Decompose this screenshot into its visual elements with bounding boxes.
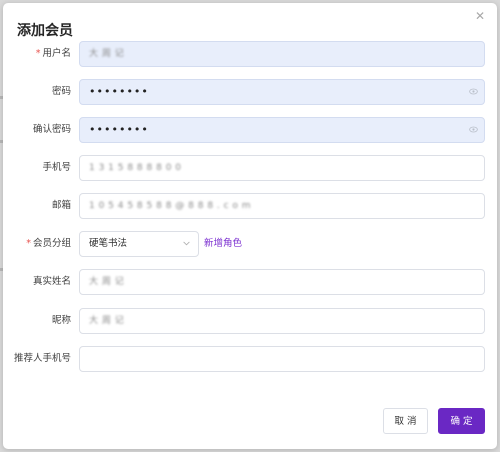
phone-value: 1 3 1 5 8 8 8 8 0 0 bbox=[89, 163, 182, 173]
referrer-phone-label: 推荐人手机号 bbox=[13, 353, 71, 364]
nickname-label: 昵称 bbox=[51, 315, 71, 326]
confirm-password-value: •••••••• bbox=[89, 123, 149, 136]
member-group-label: * 会员分组 bbox=[26, 238, 71, 249]
nickname-value: 大 周 记 bbox=[89, 316, 125, 326]
member-group-value: 硬笔书法 bbox=[89, 238, 128, 249]
email-label: 邮箱 bbox=[51, 200, 71, 211]
username-input[interactable]: 大 周 记 bbox=[79, 41, 485, 67]
phone-input[interactable]: 1 3 1 5 8 8 8 8 0 0 bbox=[79, 155, 485, 181]
member-group-row: * 会员分组 硬笔书法 新增角色 bbox=[3, 231, 497, 257]
username-row: * 用户名 大 周 记 bbox=[3, 41, 497, 67]
referrer-phone-row: 推荐人手机号 bbox=[3, 346, 497, 372]
eye-icon[interactable] bbox=[469, 126, 478, 133]
phone-label: 手机号 bbox=[42, 162, 71, 173]
real-name-row: 真实姓名 大 周 记 bbox=[3, 269, 497, 295]
required-mark: * bbox=[35, 48, 41, 59]
member-group-select[interactable]: 硬笔书法 bbox=[79, 231, 199, 257]
confirm-password-input[interactable]: •••••••• bbox=[79, 117, 485, 143]
nickname-row: 昵称 大 周 记 bbox=[3, 308, 497, 334]
dialog-title: 添加会员 bbox=[17, 23, 73, 39]
confirm-password-row: 确认密码 •••••••• bbox=[3, 117, 497, 143]
referrer-phone-input[interactable] bbox=[79, 346, 485, 372]
email-input[interactable]: 1 0 5 4 5 8 5 8 8 @ 8 8 8 . c o m bbox=[79, 193, 485, 219]
password-input[interactable]: •••••••• bbox=[79, 79, 485, 105]
confirm-password-label: 确认密码 bbox=[32, 124, 71, 135]
password-value: •••••••• bbox=[89, 85, 149, 98]
username-value: 大 周 记 bbox=[89, 49, 125, 59]
real-name-label: 真实姓名 bbox=[32, 276, 71, 287]
password-label: 密码 bbox=[51, 86, 71, 97]
confirm-button[interactable]: 确 定 bbox=[438, 408, 485, 434]
add-role-link[interactable]: 新增角色 bbox=[204, 231, 242, 257]
password-row: 密码 •••••••• bbox=[3, 79, 497, 105]
required-mark: * bbox=[26, 238, 31, 249]
add-member-dialog: 添加会员 ✕ * 用户名 大 周 记 密码 •••••••• 确认密码 •••••… bbox=[3, 3, 497, 449]
close-icon[interactable]: ✕ bbox=[473, 9, 487, 23]
nickname-input[interactable]: 大 周 记 bbox=[79, 308, 485, 334]
eye-icon[interactable] bbox=[469, 88, 478, 95]
chevron-down-icon bbox=[183, 241, 190, 246]
cancel-button[interactable]: 取 消 bbox=[383, 408, 428, 434]
real-name-input[interactable]: 大 周 记 bbox=[79, 269, 485, 295]
phone-row: 手机号 1 3 1 5 8 8 8 8 0 0 bbox=[3, 155, 497, 181]
username-label: * 用户名 bbox=[35, 48, 71, 59]
email-row: 邮箱 1 0 5 4 5 8 5 8 8 @ 8 8 8 . c o m bbox=[3, 193, 497, 219]
real-name-value: 大 周 记 bbox=[89, 277, 125, 287]
email-value: 1 0 5 4 5 8 5 8 8 @ 8 8 8 . c o m bbox=[89, 201, 252, 211]
